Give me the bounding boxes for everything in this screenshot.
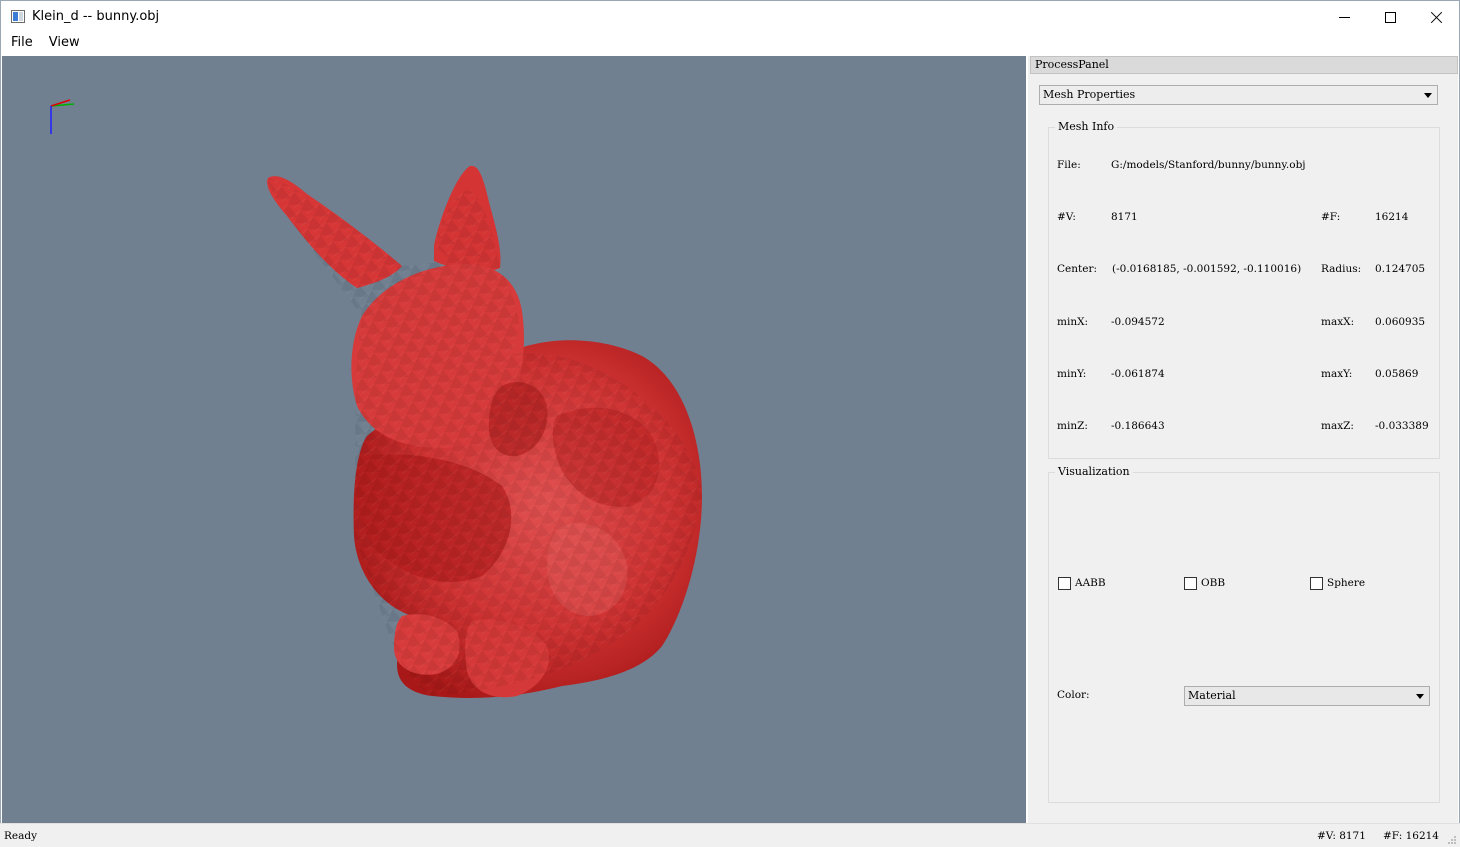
aabb-label[interactable]: AABB [1075, 577, 1106, 589]
window-title: Klein_d -- bunny.obj [32, 9, 160, 24]
obb-checkbox[interactable] [1184, 577, 1197, 590]
close-button[interactable] [1413, 1, 1459, 33]
maxz-label: maxZ: [1321, 420, 1354, 432]
chevron-down-icon [1416, 694, 1424, 699]
miny-value: -0.061874 [1111, 368, 1165, 380]
mesh-info-group: Mesh Info [1048, 120, 1440, 459]
chevron-down-icon [1424, 93, 1432, 98]
maxy-label: maxY: [1321, 368, 1353, 380]
vertex-count-value: 8171 [1111, 211, 1138, 223]
maxx-value: 0.060935 [1375, 316, 1426, 328]
status-message: Ready [4, 830, 38, 842]
minz-value: -0.186643 [1111, 420, 1165, 432]
radius-label: Radius: [1321, 263, 1362, 275]
sphere-label[interactable]: Sphere [1327, 577, 1365, 589]
vertex-count-label: #V: [1057, 211, 1076, 223]
minx-label: minX: [1057, 316, 1089, 328]
menu-view[interactable]: View [41, 32, 88, 54]
panel-title[interactable]: ProcessPanel [1030, 56, 1458, 74]
maximize-button[interactable] [1367, 1, 1413, 33]
maxy-value: 0.05869 [1375, 368, 1419, 380]
status-vertex-count: #V: 8171 [1317, 830, 1366, 842]
color-select[interactable]: Material [1184, 686, 1430, 706]
minimize-icon [1338, 16, 1350, 18]
maxx-label: maxX: [1321, 316, 1355, 328]
menu-bar: File View [1, 32, 1459, 54]
3d-viewport[interactable] [2, 56, 1026, 823]
viewport-canvas[interactable] [2, 56, 1026, 823]
visualization-group: Visualization [1048, 465, 1440, 803]
bunny-mesh[interactable] [267, 165, 702, 698]
app-window-icon [11, 10, 25, 23]
mode-select-value: Mesh Properties [1043, 88, 1136, 101]
face-count-label: #F: [1321, 211, 1341, 223]
center-value: (-0.0168185, -0.001592, -0.110016) [1112, 263, 1302, 275]
process-panel: ProcessPanel Mesh Properties Mesh Info F… [1028, 56, 1458, 823]
minimize-button[interactable] [1321, 1, 1367, 33]
obb-label[interactable]: OBB [1201, 577, 1225, 589]
status-face-count: #F: 16214 [1383, 830, 1439, 842]
maximize-icon [1384, 11, 1396, 23]
color-select-value: Material [1188, 689, 1236, 702]
radius-value: 0.124705 [1375, 263, 1426, 275]
miny-label: minY: [1057, 368, 1087, 380]
close-icon [1430, 11, 1443, 24]
visualization-group-label: Visualization [1055, 465, 1133, 478]
sphere-checkbox[interactable] [1310, 577, 1323, 590]
mode-select[interactable]: Mesh Properties [1039, 85, 1438, 105]
aabb-checkbox[interactable] [1058, 577, 1071, 590]
title-bar: Klein_d -- bunny.obj [0, 0, 1460, 32]
minx-value: -0.094572 [1111, 316, 1165, 328]
center-label: Center: [1057, 263, 1098, 275]
menu-file[interactable]: File [3, 32, 41, 54]
file-label: File: [1057, 159, 1081, 171]
mesh-info-group-label: Mesh Info [1055, 120, 1118, 133]
axes-gizmo-icon [50, 99, 75, 134]
color-label: Color: [1057, 689, 1090, 701]
status-bar: Ready #V: 8171 #F: 16214 [0, 823, 1460, 847]
maxz-value: -0.033389 [1375, 420, 1429, 432]
resize-grip-icon[interactable] [1447, 835, 1457, 845]
file-value: G:/models/Stanford/bunny/bunny.obj [1111, 159, 1306, 171]
face-count-value: 16214 [1375, 211, 1409, 223]
window-border-left [0, 32, 1, 847]
minz-label: minZ: [1057, 420, 1088, 432]
